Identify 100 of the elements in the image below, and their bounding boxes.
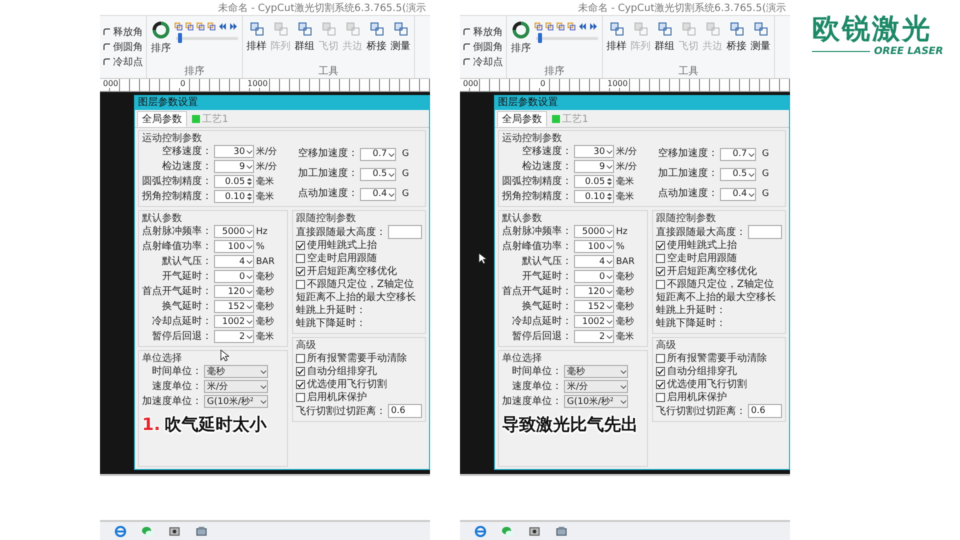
field-label: 蛙跳上升延时：: [296, 304, 367, 317]
dropdown-field[interactable]: 120: [574, 285, 614, 298]
dropdown-field[interactable]: 100: [574, 240, 614, 253]
spin-field[interactable]: 0.05: [214, 175, 254, 188]
ribbon-option[interactable]: 冷却点: [103, 55, 143, 69]
checkbox-option[interactable]: 启用机床保护: [296, 391, 422, 404]
field-label: 短距离不上抬的最大空移长: [656, 291, 777, 304]
window-title: 未命名 - CypCut激光切割系统6.3.765.5(演示: [578, 2, 786, 14]
dropdown-field[interactable]: 毫秒: [564, 365, 628, 378]
field-label: 加工加速度：: [298, 168, 358, 180]
input-field[interactable]: 0.6: [388, 404, 422, 418]
dropdown-field[interactable]: 5000: [574, 225, 614, 238]
dropdown-field[interactable]: 9: [214, 160, 254, 173]
tool-button[interactable]: 群组: [653, 18, 676, 64]
checkbox-option[interactable]: 自动分组排穿孔: [656, 365, 782, 378]
dropdown-field[interactable]: 0.5: [720, 168, 756, 180]
checkbox-option[interactable]: 空走时启用跟随: [656, 252, 782, 265]
checkbox-option[interactable]: 使用蛙跳式上抬: [656, 239, 782, 252]
spin-field[interactable]: 0.05: [574, 175, 614, 188]
field-label: 飞行切割过切距离：: [296, 404, 386, 418]
unit-label: G: [762, 169, 769, 179]
checkbox-option[interactable]: 优选使用飞行切割: [656, 378, 782, 391]
subtitle-number: 1.: [142, 414, 160, 434]
dropdown-field[interactable]: 0: [214, 270, 254, 283]
dropdown-field[interactable]: G(10米/秒²: [204, 395, 268, 408]
dropdown-field[interactable]: 30: [574, 145, 614, 158]
checkbox-option[interactable]: 空走时启用跟随: [296, 252, 422, 265]
dropdown-field[interactable]: 0.4: [360, 188, 396, 200]
input-field[interactable]: 0.6: [748, 404, 782, 418]
field-label: 空移速度：: [522, 146, 572, 158]
ribbon-option[interactable]: 冷却点: [463, 55, 503, 69]
field-label: 速度单位：: [152, 380, 202, 392]
unit-label: 毫秒: [616, 300, 635, 313]
unit-label: 毫秒: [256, 315, 275, 328]
dropdown-field[interactable]: 120: [214, 285, 254, 298]
ruler-label: 000: [462, 79, 480, 88]
ribbon-option[interactable]: 释放角: [463, 25, 503, 39]
dropdown-field[interactable]: 100: [214, 240, 254, 253]
checkbox-option[interactable]: 开启短距离空移优化: [656, 265, 782, 278]
unit-label: G: [402, 169, 409, 179]
dropdown-field[interactable]: 0.7: [720, 148, 756, 160]
ribbon-option[interactable]: 倒圆角: [463, 40, 503, 54]
checkbox-option[interactable]: 不跟随只定位，Z轴定位: [656, 278, 782, 291]
tool-button[interactable]: 排样: [245, 18, 268, 64]
ribbon-option[interactable]: 释放角: [103, 25, 143, 39]
field-label: 空移加速度：: [298, 148, 358, 160]
dropdown-field[interactable]: 0: [574, 270, 614, 283]
dropdown-field[interactable]: 2: [574, 330, 614, 343]
sort-button[interactable]: 排序: [509, 18, 533, 64]
dropdown-field[interactable]: G(10米/秒²: [564, 395, 628, 408]
ruler-label: 000: [102, 79, 120, 88]
field-label: 圆弧控制精度：: [502, 176, 572, 188]
tab[interactable]: 全局参数: [137, 111, 187, 127]
field-label: 时间单位：: [512, 366, 562, 378]
spin-field[interactable]: 0.10: [214, 190, 254, 203]
field-label: 开气延时：: [162, 270, 212, 282]
field-label: 圆弧控制精度：: [142, 176, 212, 188]
dropdown-field[interactable]: 30: [214, 145, 254, 158]
tool-button[interactable]: 桥接: [365, 18, 388, 64]
dropdown-field[interactable]: 米/分: [204, 380, 268, 393]
checkbox-option[interactable]: 不跟随只定位，Z轴定位: [296, 278, 422, 291]
tool-button[interactable]: 测量: [389, 18, 412, 64]
section-heading: 默认参数: [502, 212, 542, 225]
ruler-label: 0: [539, 79, 546, 88]
tool-button[interactable]: 测量: [749, 18, 772, 64]
dropdown-field[interactable]: 0.4: [720, 188, 756, 200]
subtitle-caption: 导致激光比气先出: [502, 414, 638, 436]
checkbox-option[interactable]: 所有报警需要手动清除: [656, 352, 782, 365]
dropdown-field[interactable]: 2: [214, 330, 254, 343]
unit-label: G: [762, 149, 769, 159]
ribbon-option[interactable]: 倒圆角: [103, 40, 143, 54]
dropdown-field[interactable]: 1002: [214, 315, 254, 328]
checkbox-option[interactable]: 启用机床保护: [656, 391, 782, 404]
dropdown-field[interactable]: 0.5: [360, 168, 396, 180]
field-label: 点射脉冲频率：: [502, 226, 572, 238]
checkbox-option[interactable]: 优选使用飞行切割: [296, 378, 422, 391]
checkbox-option[interactable]: 使用蛙跳式上抬: [296, 239, 422, 252]
checkbox-option[interactable]: 所有报警需要手动清除: [296, 352, 422, 365]
dropdown-field[interactable]: 1002: [574, 315, 614, 328]
dropdown-field[interactable]: 5000: [214, 225, 254, 238]
spin-field[interactable]: 0.10: [574, 190, 614, 203]
dropdown-field[interactable]: 152: [574, 300, 614, 313]
dropdown-field[interactable]: 毫秒: [204, 365, 268, 378]
group-label: 工具: [678, 65, 700, 78]
tab[interactable]: 全局参数: [497, 111, 547, 127]
checkbox-option[interactable]: 自动分组排穿孔: [296, 365, 422, 378]
dropdown-field[interactable]: 米/分: [564, 380, 628, 393]
tool-button[interactable]: 群组: [293, 18, 316, 64]
dropdown-field[interactable]: 4: [214, 255, 254, 268]
dropdown-field[interactable]: 9: [574, 160, 614, 173]
dropdown-field[interactable]: 4: [574, 255, 614, 268]
tool-button[interactable]: 排样: [605, 18, 628, 64]
tool-button[interactable]: 桥接: [725, 18, 748, 64]
sort-button[interactable]: 排序: [149, 18, 173, 64]
group-label: 排序: [184, 64, 206, 78]
dropdown-field[interactable]: 152: [214, 300, 254, 313]
field-label: 直接跟随最大高度：: [296, 226, 386, 238]
dropdown-field[interactable]: 0.7: [360, 148, 396, 160]
field-label: 飞行切割过切距离：: [656, 404, 746, 418]
checkbox-option[interactable]: 开启短距离空移优化: [296, 265, 422, 278]
